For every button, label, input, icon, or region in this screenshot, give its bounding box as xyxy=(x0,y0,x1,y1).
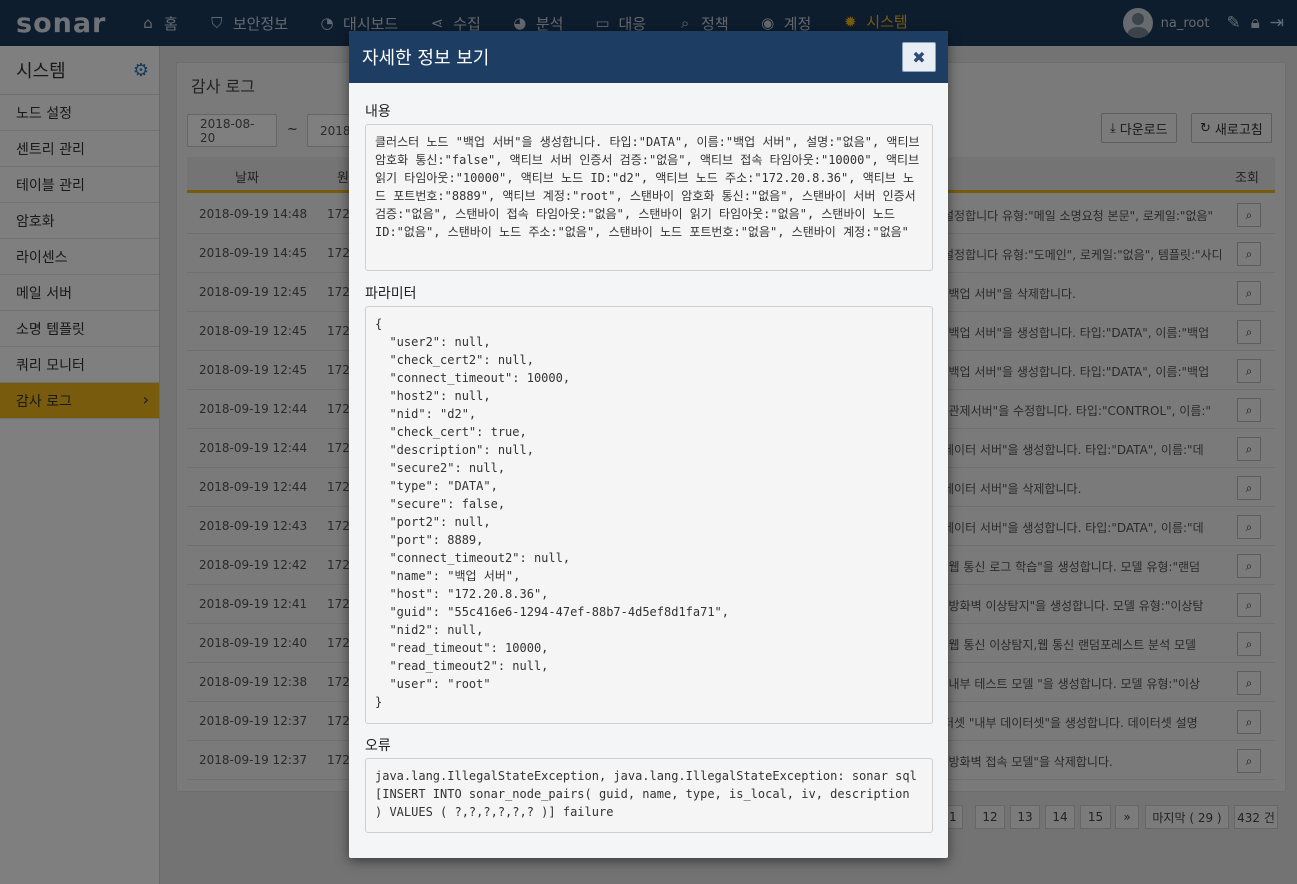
close-button[interactable]: ✖ xyxy=(902,42,936,72)
close-icon: ✖ xyxy=(912,47,926,67)
content-text: 클러스터 노드 "백업 서버"을 생성합니다. 타입:"DATA", 이름:"백… xyxy=(365,124,933,271)
detail-modal: 자세한 정보 보기 ✖ 내용 클러스터 노드 "백업 서버"을 생성합니다. 타… xyxy=(349,31,948,858)
error-text: java.lang.IllegalStateException, java.la… xyxy=(365,758,933,833)
error-label: 오류 xyxy=(365,738,391,754)
params-label: 파라미터 xyxy=(365,286,417,302)
params-text: { "user2": null, "check_cert2": null, "c… xyxy=(365,306,933,724)
modal-title: 자세한 정보 보기 xyxy=(362,48,490,69)
modal-header: 자세한 정보 보기 xyxy=(349,31,948,83)
content-label: 내용 xyxy=(365,104,391,120)
